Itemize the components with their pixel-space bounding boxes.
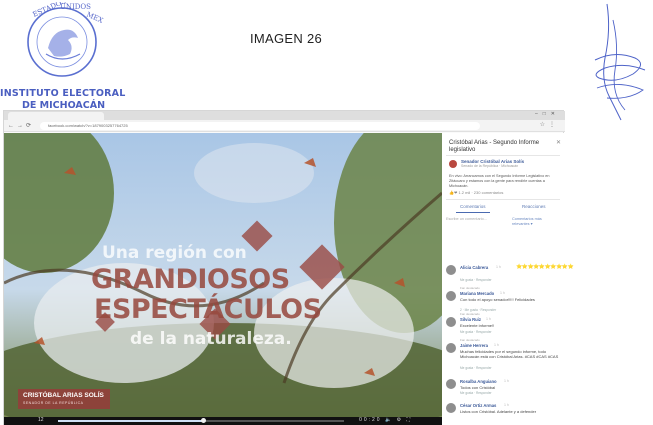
settings-icon[interactable]: ⚙ (397, 417, 403, 423)
active-tab-indicator (456, 212, 490, 213)
name-badge: CRISTÓBAL ARIAS SOLÍS SENADOR DE LA REPÚ… (18, 389, 110, 409)
image-label: IMAGEN 26 (250, 31, 323, 46)
comment-toolbar: Escribe un comentario... Comentarios más… (446, 217, 560, 226)
post-text: En vivo: Arrancamos con el Segundo Infor… (449, 174, 550, 188)
progress-bar[interactable] (58, 418, 344, 423)
browser-window: –□✕ ←→⟳ facebook.com/watch/?v=1879003257… (3, 110, 574, 425)
close-icon[interactable]: ✕ (556, 139, 561, 146)
comment-author[interactable]: Silvia Ruiz (460, 317, 481, 322)
headline-line-3: ESPECTÁCULOS (94, 294, 322, 325)
video-player[interactable]: Una región con GRANDIOSOS ESPECTÁCULOS d… (4, 133, 442, 425)
institution-seal: ESTADOS UNIDOS MEX (27, 2, 104, 77)
url-text: facebook.com/watch/?v=1879003257764725 (48, 123, 128, 128)
avatar[interactable] (446, 343, 456, 353)
svg-text:MEX: MEX (85, 11, 104, 25)
tab-strip: –□✕ (4, 111, 565, 120)
comment-time: 1 h (504, 379, 509, 383)
comment-text: Muchas felicidades por el segundo inform… (460, 349, 559, 359)
comment-input[interactable]: Escribe un comentario... (446, 217, 487, 221)
avatar[interactable] (446, 265, 456, 275)
comment-sort-dropdown[interactable]: Comentarios más relevantes ▾ (512, 217, 560, 226)
comment-author[interactable]: César Ortiz Armas (460, 403, 496, 408)
tab-reactions[interactable]: Reacciones (522, 204, 546, 209)
comment-stars: ⭐⭐⭐⭐⭐⭐⭐⭐⭐⭐ (516, 264, 574, 270)
fullscreen-icon[interactable]: ⛶ (406, 417, 412, 423)
badge-subtitle: SENADOR DE LA REPÚBLICA (23, 401, 84, 405)
panel-tabs: Comentarios Reacciones (446, 204, 560, 214)
fan-label: Fan destacado (460, 338, 480, 342)
avatar[interactable] (449, 160, 457, 168)
address-bar[interactable]: facebook.com/watch/?v=1879003257764725 (40, 122, 480, 130)
badge-name: CRISTÓBAL ARIAS SOLÍS (23, 392, 104, 399)
comment-time: 1 h (500, 291, 505, 295)
post-meta: Senado de la República · Michoacán (461, 164, 519, 168)
nav-buttons[interactable]: ←→⟳ (8, 122, 34, 129)
fan-label: Fan destacado (460, 312, 480, 316)
toolbar-icons[interactable]: ☆⋮ (540, 121, 559, 128)
progress-handle[interactable] (201, 418, 207, 423)
window-controls[interactable]: –□✕ (535, 111, 560, 117)
divider (446, 199, 560, 200)
handwritten-signature (594, 3, 646, 121)
avatar[interactable] (446, 317, 456, 327)
tab-comments[interactable]: Comentarios (460, 204, 486, 209)
comment-time: 1 h (486, 317, 491, 321)
fan-label: Fan destacado (460, 286, 480, 290)
reactions-summary[interactable]: 👍❤ 1.2 mil · 230 comentarios (449, 190, 503, 195)
comment-actions[interactable]: Me gusta · Responder (460, 330, 492, 334)
comment-time: 1 h (494, 343, 499, 347)
video-controls-right[interactable]: 00:20 🔈 ⚙ ⛶ (359, 417, 412, 423)
comment-author[interactable]: Mariana Mercado (460, 291, 494, 296)
comment-actions[interactable]: Me gusta · Responder (460, 391, 492, 395)
comment-author[interactable]: Alicia Cabrera (460, 265, 488, 270)
progress-fill (58, 420, 204, 422)
comment-text: Excelente informe!! (460, 323, 495, 328)
institution-name: INSTITUTO ELECTORAL (0, 88, 126, 99)
headline-line-1: Una región con (102, 243, 247, 263)
avatar[interactable] (446, 379, 456, 389)
svg-text:UNIDOS: UNIDOS (60, 3, 91, 11)
comment-time: 1 h (504, 403, 509, 407)
video-headline: Una región con GRANDIOSOS ESPECTÁCULOS d… (4, 133, 442, 417)
comment-text: Listos con Cristóbal. Adelante y a defen… (460, 409, 537, 414)
comment-text: Todos con Cristóbal (460, 385, 496, 390)
comment-actions[interactable]: Me gusta · Responder (460, 278, 492, 282)
headline-line-4: de la naturaleza. (130, 329, 292, 349)
video-controls: 12 00:20 🔈 ⚙ ⛶ (4, 417, 442, 425)
video-title: Cristóbal Arias - Segundo Informe legisl… (449, 140, 540, 153)
comment-actions[interactable]: Me gusta · Responder (460, 366, 492, 370)
total-time: 00:20 (359, 417, 382, 423)
avatar[interactable] (446, 403, 456, 413)
comment-text: Con todo el apoyo senador!!!!! Felicidad… (460, 297, 535, 302)
volume-icon[interactable]: 🔈 (385, 417, 393, 423)
comment-author[interactable]: Rosalba Anguiano (460, 379, 497, 384)
browser-tab[interactable] (8, 112, 104, 120)
avatar[interactable] (446, 291, 456, 301)
current-time: 12 (38, 417, 44, 423)
comment-time: 1 h (496, 265, 501, 269)
headline-line-2: GRANDIOSOS (91, 264, 290, 295)
post-side-panel: Cristóbal Arias - Segundo Informe legisl… (442, 133, 574, 425)
comment-author[interactable]: Jaime Herrera (460, 343, 488, 348)
divider (446, 155, 560, 156)
browser-toolbar: ←→⟳ facebook.com/watch/?v=18790032577647… (4, 120, 565, 132)
